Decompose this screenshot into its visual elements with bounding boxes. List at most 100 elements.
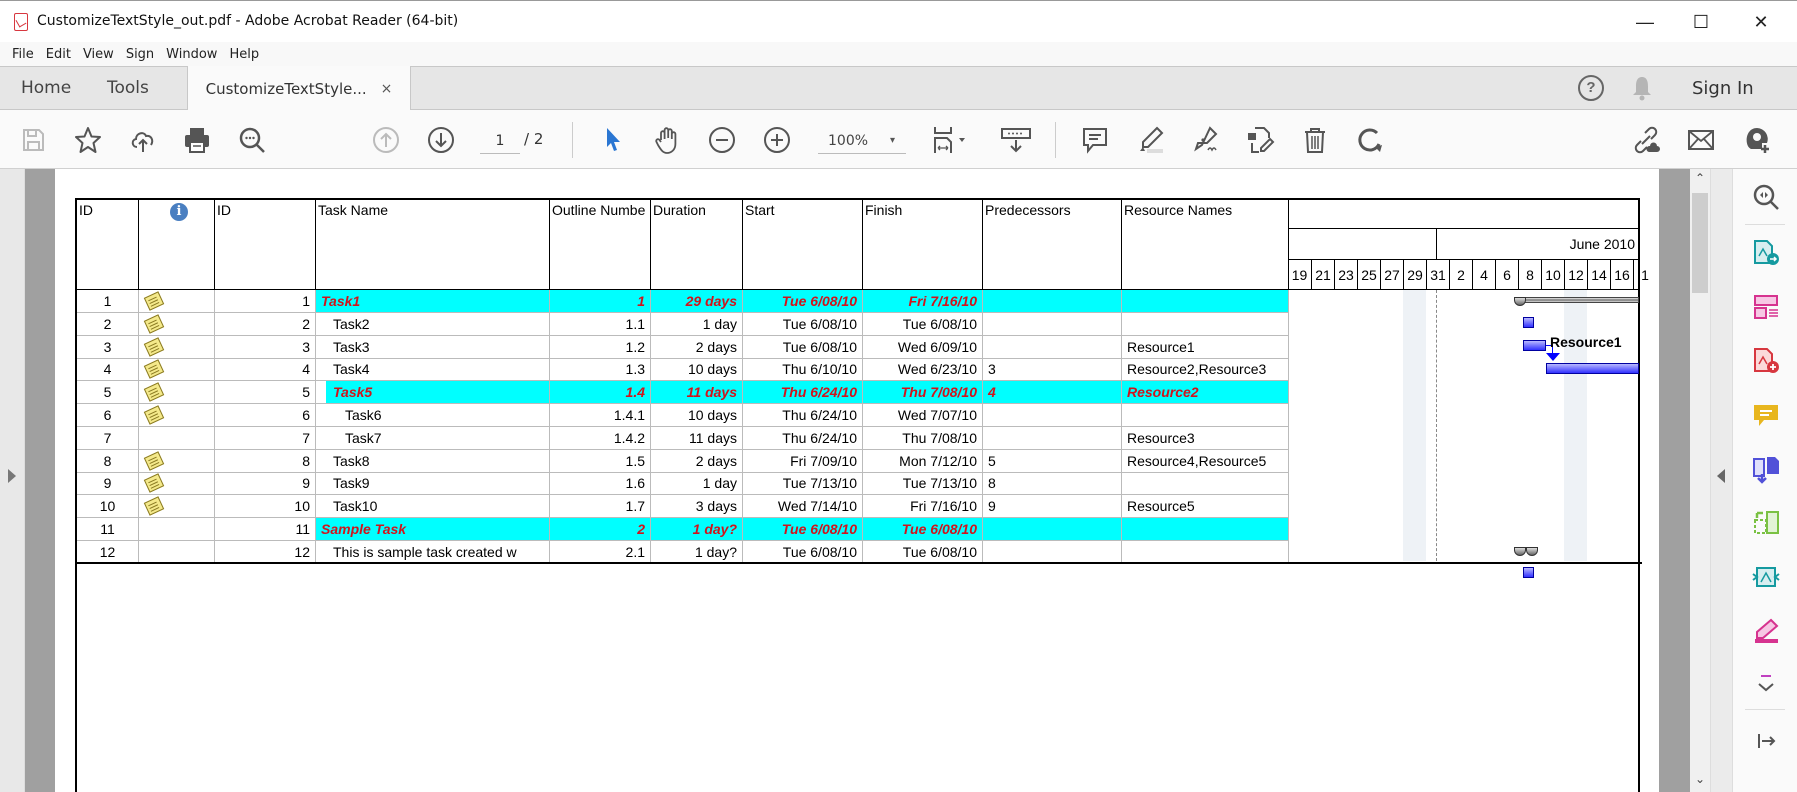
cell-resource-names: Resource2 — [1122, 381, 1289, 405]
cell-duration: 1 day — [651, 312, 743, 336]
save-button[interactable] — [17, 124, 49, 156]
send-for-review-button[interactable] — [1750, 561, 1782, 593]
maximize-button[interactable]: ☐ — [1673, 7, 1729, 37]
task-bar-task3[interactable] — [1523, 340, 1546, 351]
fill-sign-button[interactable] — [1189, 124, 1221, 156]
zoom-out-button[interactable] — [706, 124, 738, 156]
print-button[interactable] — [181, 124, 213, 156]
find-button[interactable] — [236, 124, 268, 156]
note-icon[interactable] — [143, 314, 165, 334]
menu-window[interactable]: Window — [160, 47, 223, 62]
combine-files-button[interactable] — [1750, 453, 1782, 485]
cell-outline-number-text: 1.2 — [625, 338, 645, 355]
edit-pdf-button[interactable] — [1244, 124, 1276, 156]
help-button[interactable]: ? — [1578, 67, 1604, 109]
cell-outline-number-text: 1.3 — [625, 361, 645, 378]
zoom-in-button[interactable] — [761, 124, 793, 156]
task-bar-task12[interactable] — [1523, 567, 1534, 578]
minimize-button[interactable]: — — [1617, 7, 1673, 37]
cell-id-2-text: 10 — [294, 498, 310, 515]
table-row[interactable]: 6 6 Task6 1.4.1 10 days Thu 6/24/10 Wed 7/07/1… — [77, 404, 1289, 427]
scroll-up-icon[interactable]: ⌃ — [1690, 171, 1710, 189]
email-button[interactable] — [1685, 124, 1717, 156]
right-panel-toggle-strip — [1710, 169, 1732, 792]
hand-tool-button[interactable] — [651, 124, 683, 156]
day-tick-label: 10 — [1541, 260, 1564, 290]
table-row[interactable]: 12 12 This is sample task created w 2.1 1 da… — [77, 540, 1289, 564]
table-row[interactable]: 7 7 Task7 1.4.2 11 days Thu 6/24/10 Thu 7/08/1… — [77, 426, 1289, 450]
table-row[interactable]: 4 4 Task4 1.3 10 days Thu 6/10/10 Wed 6/23/10 3… — [77, 358, 1289, 382]
upload-button[interactable] — [127, 124, 159, 156]
zoom-level-dropdown[interactable]: 100% ▾ — [818, 128, 906, 154]
comment-tool-button[interactable] — [1750, 399, 1782, 431]
note-icon[interactable] — [143, 473, 165, 494]
compress-pdf-button[interactable] — [1750, 507, 1782, 539]
note-icon[interactable] — [143, 450, 165, 471]
table-row[interactable]: 2 2 Task2 1.1 1 day Tue 6/08/10 Tue 6/08/10 — [77, 312, 1289, 336]
note-icon[interactable] — [143, 291, 165, 311]
search-tool-button[interactable] — [1750, 181, 1782, 213]
menu-help[interactable]: Help — [223, 47, 265, 62]
previous-page-button[interactable] — [370, 124, 402, 156]
table-row[interactable]: 9 9 Task9 1.6 1 day Tue 7/13/10 Tue 7/13/10 8 — [77, 472, 1289, 496]
menu-edit[interactable]: Edit — [40, 47, 77, 62]
scroll-down-icon[interactable]: ⌄ — [1690, 772, 1710, 790]
table-row[interactable]: 10 10 Task10 1.7 3 days Wed 7/14/10 Fri 7/16/1… — [77, 495, 1289, 519]
arrow-up-circle-icon — [373, 127, 399, 153]
add-user-button[interactable] — [1741, 124, 1773, 156]
cell-resource-names — [1122, 518, 1289, 541]
task-bar-task2[interactable] — [1523, 317, 1534, 328]
close-tab-icon[interactable]: × — [381, 81, 393, 97]
collapse-tools-button[interactable] — [1750, 725, 1782, 757]
note-icon[interactable] — [143, 496, 165, 516]
rotate-button[interactable] — [1354, 124, 1386, 156]
expand-left-panel-icon[interactable] — [8, 469, 16, 483]
sign-in-button[interactable]: Sign In — [1692, 67, 1754, 109]
menu-view[interactable]: View — [77, 47, 120, 62]
delete-button[interactable] — [1299, 124, 1331, 156]
scrollbar-thumb[interactable] — [1692, 193, 1708, 293]
tab-tools[interactable]: Tools — [107, 67, 149, 109]
close-window-button[interactable]: ✕ — [1733, 7, 1789, 37]
fill-and-sign-button[interactable] — [1750, 615, 1782, 647]
page-number-input[interactable] — [480, 128, 520, 154]
task-bar-task4[interactable] — [1546, 363, 1639, 374]
create-pdf-button[interactable] — [1750, 345, 1782, 377]
table-row[interactable]: 1 1 Task1 1 29 days Tue 6/08/10 Fri 7/16/10 — [77, 290, 1289, 313]
export-pdf-button[interactable] — [1750, 237, 1782, 269]
table-row[interactable]: 11 11 Sample Task 2 1 day? Tue 6/08/10 Tue 6/0… — [77, 518, 1289, 541]
note-icon[interactable] — [143, 382, 165, 402]
summary-bar-task1[interactable] — [1518, 297, 1639, 303]
comment-button[interactable] — [1079, 124, 1111, 156]
cell-start: Thu 6/10/10 — [743, 358, 863, 382]
bookmark-button[interactable] — [72, 124, 104, 156]
cell-task-name: Task6 — [316, 404, 550, 427]
menu-file[interactable]: File — [6, 47, 40, 62]
notifications-button[interactable] — [1631, 67, 1653, 109]
table-row[interactable]: 8 8 Task8 1.5 2 days Fri 7/09/10 Mon 7/12/10 5 R… — [77, 449, 1289, 473]
organize-pages-button[interactable] — [1750, 291, 1782, 323]
table-row[interactable]: 5 5 Task5 1.4 11 days Thu 6/24/10 Thu 7/08/10 4… — [77, 381, 1289, 405]
tab-home[interactable]: Home — [21, 67, 71, 109]
toolbar-divider — [1055, 122, 1056, 158]
collapse-right-panel-icon[interactable] — [1717, 469, 1725, 483]
cell-resource-names-text: Resource1 — [1127, 338, 1195, 355]
next-page-button[interactable] — [425, 124, 457, 156]
note-icon[interactable] — [143, 336, 165, 357]
select-tool-button[interactable] — [597, 124, 629, 156]
highlight-button[interactable] — [1134, 124, 1166, 156]
menu-sign[interactable]: Sign — [120, 47, 160, 62]
more-tools-button[interactable] — [1750, 669, 1782, 701]
cell-start-text: Tue 6/08/10 — [782, 338, 857, 355]
tab-document[interactable]: CustomizeTextStyle... × — [187, 66, 411, 111]
note-icon[interactable] — [143, 359, 165, 380]
cell-duration: 11 days — [651, 426, 743, 450]
scrolling-mode-button[interactable] — [998, 124, 1034, 156]
note-icon[interactable] — [143, 405, 165, 425]
table-row[interactable]: 3 3 Task3 1.2 2 days Tue 6/08/10 Wed 6/09/10 Re… — [77, 335, 1289, 359]
cell-start-text: Tue 6/08/10 — [781, 293, 857, 309]
page-fit-button[interactable] — [929, 124, 975, 156]
cell-start: Fri 7/09/10 — [743, 449, 863, 473]
share-link-button[interactable] — [1630, 124, 1662, 156]
vertical-scrollbar[interactable]: ⌃ ⌄ — [1690, 169, 1710, 792]
